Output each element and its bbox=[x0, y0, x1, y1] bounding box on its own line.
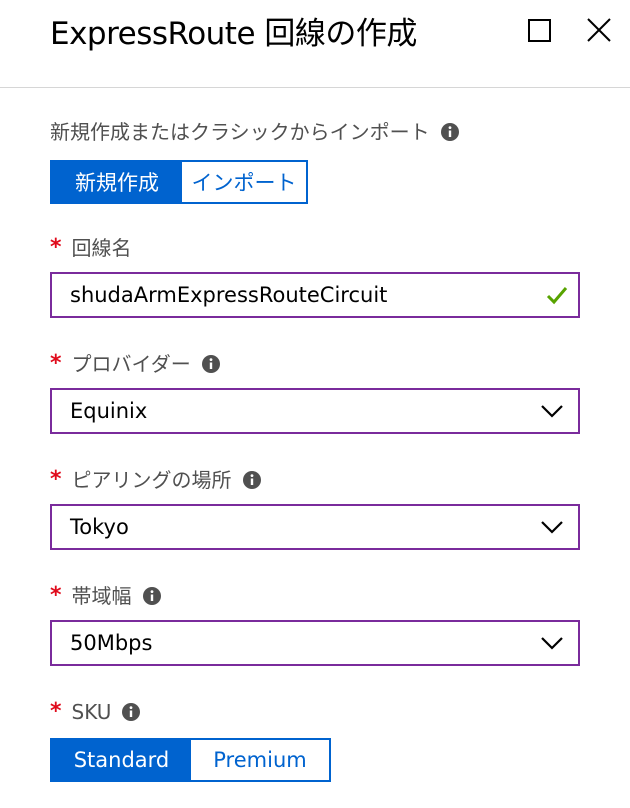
create-mode-label: 新規作成またはクラシックからインポート bbox=[50, 120, 430, 144]
required-marker: * bbox=[50, 467, 62, 492]
info-icon[interactable] bbox=[201, 354, 221, 374]
close-button[interactable] bbox=[583, 14, 615, 46]
sku-label-row: * SKU bbox=[50, 698, 141, 726]
required-marker: * bbox=[50, 583, 62, 608]
info-icon[interactable] bbox=[142, 586, 162, 606]
provider-value: Equinix bbox=[70, 399, 148, 423]
bandwidth-value: 50Mbps bbox=[70, 631, 153, 655]
check-icon bbox=[546, 285, 568, 305]
circuit-name-input[interactable]: shudaArmExpressRouteCircuit bbox=[50, 272, 580, 318]
create-mode-toggle: 新規作成 インポート bbox=[50, 160, 308, 204]
circuit-name-label-row: * 回線名 bbox=[50, 234, 132, 262]
maximize-icon bbox=[528, 19, 551, 42]
required-marker: * bbox=[50, 235, 62, 260]
chevron-down-icon bbox=[540, 518, 564, 536]
create-mode-label-row: 新規作成またはクラシックからインポート bbox=[50, 118, 460, 146]
info-icon[interactable] bbox=[440, 122, 460, 142]
import-option[interactable]: インポート bbox=[182, 162, 306, 202]
provider-label: プロバイダー bbox=[71, 352, 191, 376]
peering-location-label-row: * ピアリングの場所 bbox=[50, 466, 262, 494]
bandwidth-select[interactable]: 50Mbps bbox=[50, 620, 580, 666]
chevron-down-icon bbox=[540, 402, 564, 420]
provider-label-row: * プロバイダー bbox=[50, 350, 221, 378]
create-new-option[interactable]: 新規作成 bbox=[52, 162, 182, 202]
peering-location-select[interactable]: Tokyo bbox=[50, 504, 580, 550]
blade-header: ExpressRoute 回線の作成 bbox=[0, 0, 630, 88]
chevron-down-icon bbox=[540, 634, 564, 652]
provider-select[interactable]: Equinix bbox=[50, 388, 580, 434]
bandwidth-label: 帯域幅 bbox=[71, 584, 132, 608]
required-marker: * bbox=[50, 351, 62, 376]
peering-location-value: Tokyo bbox=[70, 515, 129, 539]
sku-standard-option[interactable]: Standard bbox=[52, 740, 191, 780]
bandwidth-label-row: * 帯域幅 bbox=[50, 582, 162, 610]
peering-location-label: ピアリングの場所 bbox=[71, 468, 232, 492]
circuit-name-value: shudaArmExpressRouteCircuit bbox=[70, 283, 388, 307]
info-icon[interactable] bbox=[121, 702, 141, 722]
sku-premium-option[interactable]: Premium bbox=[191, 740, 329, 780]
page-title: ExpressRoute 回線の作成 bbox=[50, 16, 417, 52]
sku-toggle: Standard Premium bbox=[50, 738, 331, 782]
info-icon[interactable] bbox=[242, 470, 262, 490]
required-marker: * bbox=[50, 699, 62, 724]
sku-label: SKU bbox=[71, 700, 112, 724]
maximize-button[interactable] bbox=[524, 14, 556, 46]
close-icon bbox=[587, 18, 611, 42]
circuit-name-label: 回線名 bbox=[71, 236, 132, 260]
